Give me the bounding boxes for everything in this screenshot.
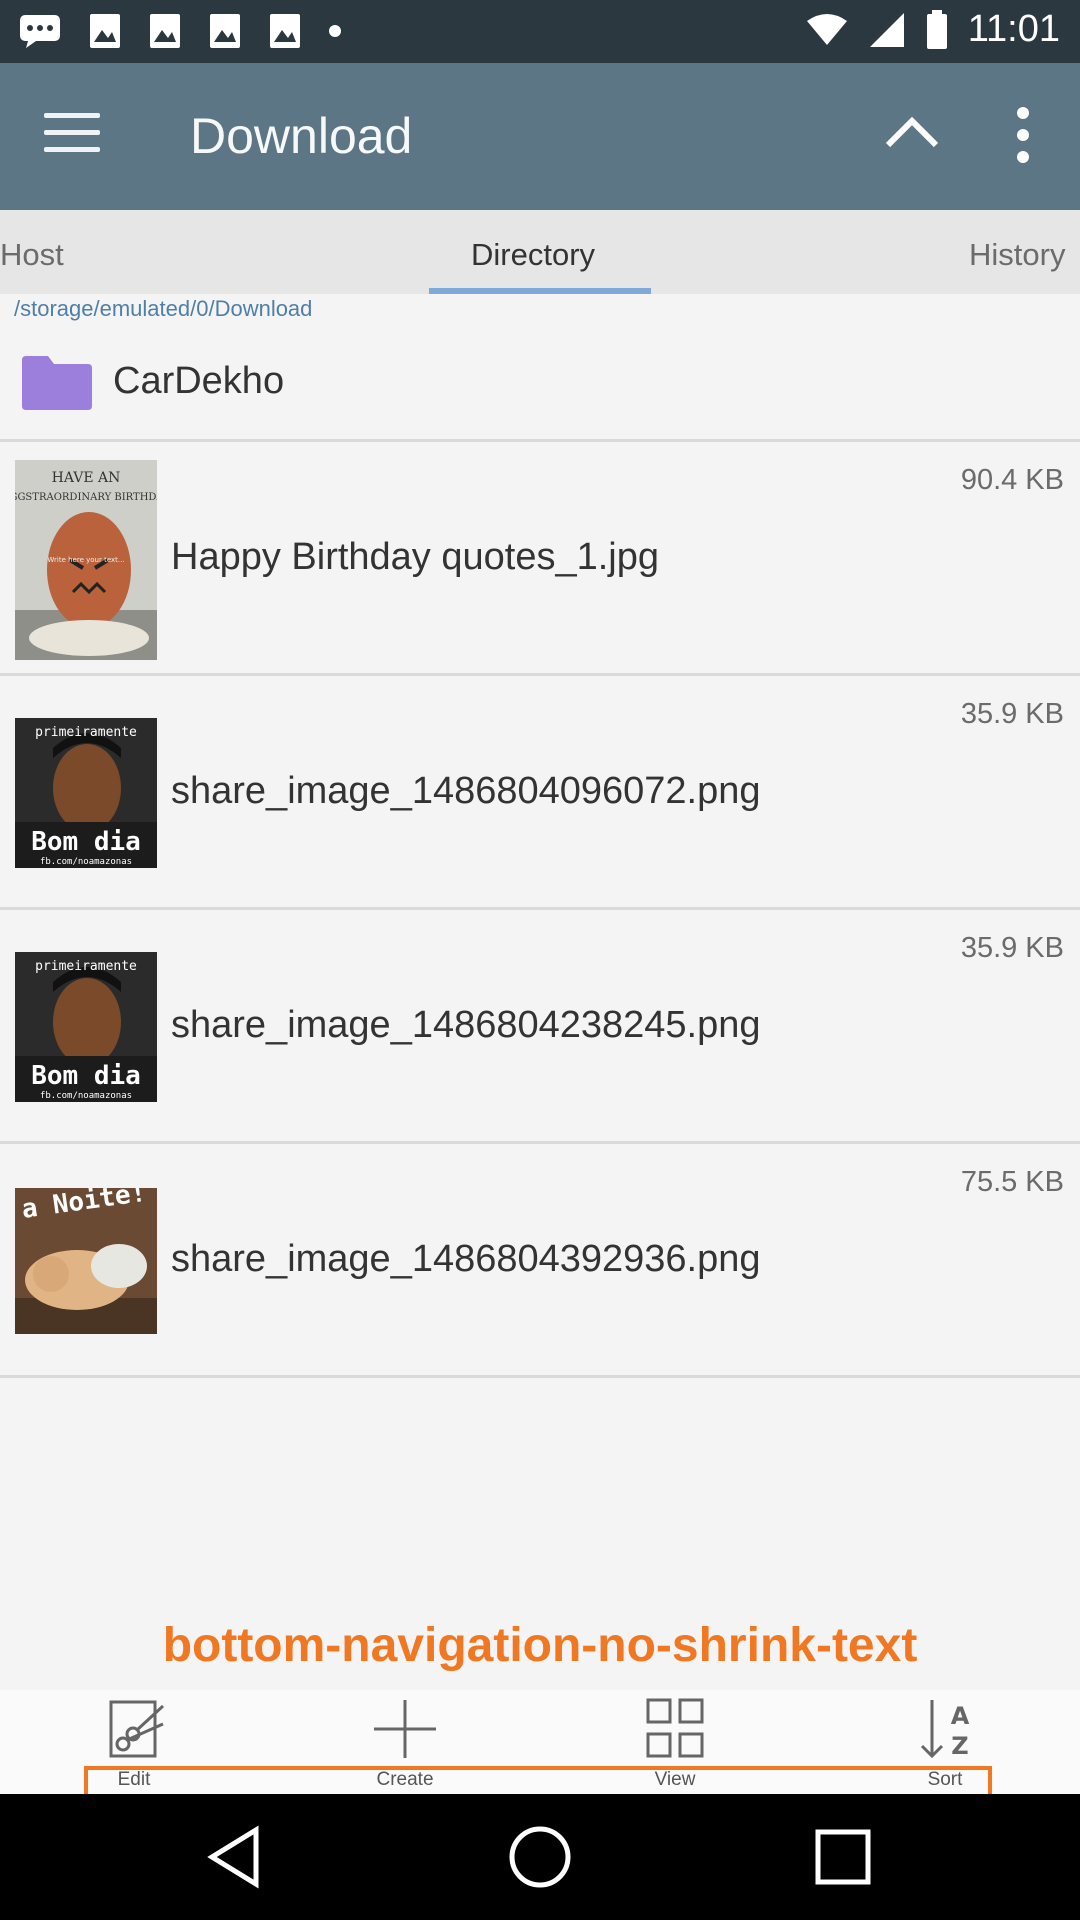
breadcrumb[interactable]: /storage/emulated/0/Download (14, 296, 312, 322)
file-item[interactable]: primeiramente Bom dia fb.com/noamazonas … (0, 910, 1080, 1144)
back-icon[interactable] (204, 1824, 270, 1890)
tab-host[interactable]: Host (0, 210, 64, 294)
svg-text:Z: Z (951, 1732, 968, 1760)
menu-icon[interactable] (44, 113, 100, 159)
folder-icon (22, 356, 92, 410)
file-size: 90.4 KB (960, 464, 1064, 496)
scissors-icon (109, 1700, 165, 1758)
annotation-label: bottom-navigation-no-shrink-text (162, 1619, 918, 1672)
thumb-text: primeiramente (35, 959, 137, 974)
home-icon[interactable] (507, 1824, 573, 1890)
file-name: share_image_1486804238245.png (171, 1004, 761, 1046)
file-thumbnail: HAVE AN EGGSTRAORDINARY BIRTHDAY Write h… (15, 460, 157, 660)
plus-icon (374, 1700, 436, 1758)
tab-bar: Host Directory History (0, 210, 1080, 294)
recents-icon[interactable] (810, 1824, 876, 1890)
thumb-text: EGGSTRAORDINARY BIRTHDAY (15, 492, 157, 503)
file-item[interactable]: primeiramente Bom dia fb.com/noamazonas … (0, 676, 1080, 910)
grid-icon (646, 1698, 704, 1758)
file-size: 35.9 KB (960, 698, 1064, 730)
image-icon (270, 14, 300, 48)
system-nav-bar (0, 1794, 1080, 1920)
folder-name: CarDekho (113, 360, 285, 402)
signal-icon (869, 12, 904, 47)
thumb-text: Write here your text... (47, 556, 124, 564)
page-title: Download (190, 108, 413, 164)
dot-icon (329, 25, 341, 37)
thumb-text: fb.com/noamazonas (40, 857, 132, 867)
chat-icon (20, 15, 60, 48)
file-thumbnail: primeiramente Bom dia fb.com/noamazonas (15, 952, 157, 1102)
tab-history[interactable]: History (969, 210, 1065, 294)
file-thumbnail: a Noite! (15, 1188, 157, 1334)
svg-text:A: A (951, 1702, 970, 1730)
image-icon (90, 14, 120, 48)
thumb-text: HAVE AN (52, 470, 121, 486)
thumb-text: fb.com/noamazonas (40, 1091, 132, 1101)
file-size: 75.5 KB (960, 1166, 1064, 1198)
chevron-up-icon[interactable] (880, 101, 944, 165)
tab-directory[interactable]: Directory (471, 210, 595, 294)
file-name: share_image_1486804096072.png (171, 770, 761, 812)
thumb-text: primeiramente (35, 725, 137, 740)
status-bar: 11:01 (0, 0, 1080, 63)
file-name: share_image_1486804392936.png (171, 1238, 761, 1280)
sort-az-icon: AZ (920, 1700, 970, 1760)
folder-item[interactable]: CarDekho (0, 336, 1080, 442)
thumb-text: Bom dia (31, 827, 141, 857)
clock: 11:01 (967, 8, 1060, 50)
image-icon (150, 14, 180, 48)
file-size: 35.9 KB (960, 932, 1064, 964)
tab-indicator (429, 288, 651, 294)
wifi-icon (806, 13, 847, 45)
more-vert-icon[interactable] (1008, 103, 1038, 167)
file-item[interactable]: a Noite! share_image_1486804392936.png 7… (0, 1144, 1080, 1378)
thumb-text: Bom dia (31, 1061, 141, 1091)
battery-icon (926, 9, 947, 49)
file-item[interactable]: HAVE AN EGGSTRAORDINARY BIRTHDAY Write h… (0, 442, 1080, 676)
image-icon (210, 14, 240, 48)
file-thumbnail: primeiramente Bom dia fb.com/noamazonas (15, 718, 157, 868)
file-name: Happy Birthday quotes_1.jpg (171, 536, 659, 578)
app-bar: Download (0, 63, 1080, 210)
